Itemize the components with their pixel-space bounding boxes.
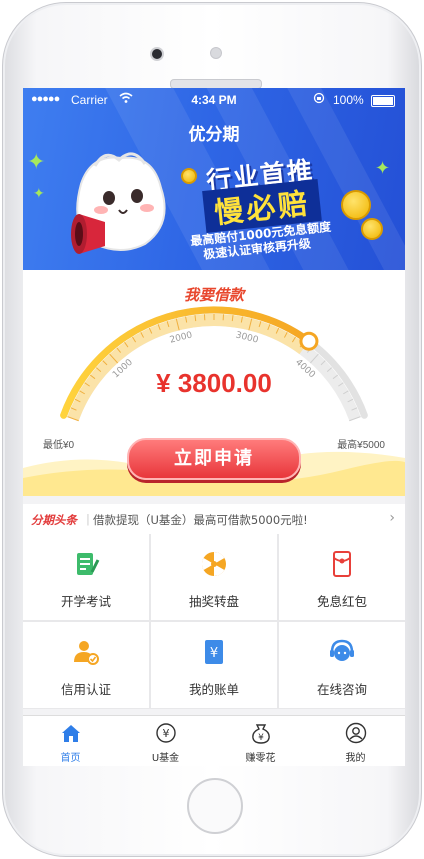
mascot-with-megaphone-icon bbox=[71, 152, 166, 254]
profile-icon bbox=[345, 722, 366, 744]
grid-item-red-packet[interactable]: 免息红包 bbox=[279, 534, 405, 620]
grid-item-bill[interactable]: ¥ 我的账单 bbox=[151, 622, 277, 708]
proximity-sensor bbox=[210, 47, 222, 59]
news-headline: 借款提现（U基金）最高可借款5000元啦! bbox=[93, 513, 308, 527]
home-icon bbox=[61, 725, 80, 742]
tab-label: 我的 bbox=[345, 753, 366, 764]
rotation-lock-icon bbox=[313, 92, 325, 104]
grid-item-label: 信用认证 bbox=[60, 682, 111, 697]
sparkle-star-icon: ✦ bbox=[27, 150, 46, 175]
news-tag: 分期头条 bbox=[31, 513, 77, 527]
min-amount-label: 最低¥0 bbox=[43, 440, 75, 451]
promo-banner[interactable]: 优分期 ✦ ✦ ✦ 行业首推 慢必赔 最高赔付1000元免息额度 极速认证审核再… bbox=[23, 88, 405, 270]
news-ticker[interactable]: 分期头条 | 借款提现（U基金）最高可借款5000元啦! › bbox=[23, 504, 405, 534]
bottom-tab-bar: 首页 ¥ U基金 ¥ 赚零花 我的 bbox=[23, 715, 405, 766]
grid-item-label: 我的账单 bbox=[188, 682, 239, 697]
sparkle-star-icon: ✦ bbox=[375, 158, 391, 179]
svg-text:¥: ¥ bbox=[258, 733, 264, 743]
grid-item-lottery[interactable]: 抽奖转盘 bbox=[151, 534, 277, 620]
svg-text:¥: ¥ bbox=[210, 646, 218, 661]
tab-label: 首页 bbox=[60, 753, 81, 764]
grid-item-label: 免息红包 bbox=[316, 594, 367, 609]
svg-text:¥: ¥ bbox=[162, 727, 169, 740]
gauge-tick-label: 3000 bbox=[235, 330, 260, 345]
tab-label: U基金 bbox=[151, 753, 180, 764]
front-camera bbox=[150, 47, 164, 61]
tab-profile[interactable]: 我的 bbox=[308, 716, 403, 766]
tab-u-fund[interactable]: ¥ U基金 bbox=[118, 716, 213, 766]
bill-icon: ¥ bbox=[205, 640, 223, 664]
gold-coin-icon bbox=[181, 168, 197, 184]
money-bag-icon: ¥ bbox=[251, 724, 270, 744]
loan-calculator: 我要借款 1000 2000 3000 4000 ¥ 3800.00 最低¥0 最高¥… bbox=[23, 270, 405, 496]
exam-icon bbox=[77, 553, 100, 575]
loan-amount-display: ¥ 3800.00 bbox=[156, 368, 272, 398]
grid-item-exam[interactable]: 开学考试 bbox=[23, 534, 149, 620]
battery-percentage: 100% bbox=[333, 93, 364, 107]
sparkle-star-icon: ✦ bbox=[33, 186, 45, 202]
news-separator: | bbox=[86, 512, 90, 526]
tab-home[interactable]: 首页 bbox=[23, 716, 118, 766]
credit-auth-icon bbox=[74, 641, 99, 665]
feature-grid: 开学考试 抽奖转盘 免息红包 信用认证 ¥ 我的账单 在线咨询 bbox=[23, 534, 405, 709]
grid-item-label: 在线咨询 bbox=[316, 682, 367, 697]
apply-now-button[interactable]: 立即申请 bbox=[127, 438, 301, 480]
grid-item-label: 抽奖转盘 bbox=[188, 594, 239, 609]
lottery-wheel-icon bbox=[201, 552, 226, 576]
tab-label: 赚零花 bbox=[245, 753, 276, 764]
app-screen: 优分期 ✦ ✦ ✦ 行业首推 慢必赔 最高赔付1000元免息额度 极速认证审核再… bbox=[23, 88, 405, 766]
tab-earn[interactable]: ¥ 赚零花 bbox=[213, 716, 308, 766]
customer-service-icon bbox=[330, 639, 354, 661]
max-amount-label: 最高¥5000 bbox=[337, 440, 385, 451]
grid-item-label: 开学考试 bbox=[60, 594, 111, 609]
gauge-tick-label: 2000 bbox=[169, 330, 194, 345]
gauge-knob bbox=[299, 331, 319, 351]
grid-item-consult[interactable]: 在线咨询 bbox=[279, 622, 405, 708]
home-button[interactable] bbox=[187, 778, 243, 834]
gold-coin-icon bbox=[361, 218, 383, 240]
yen-fund-icon: ¥ bbox=[155, 723, 176, 743]
status-bar: ●●●●● Carrier 4:34 PM 100% bbox=[23, 88, 405, 112]
battery-icon bbox=[371, 95, 395, 107]
chevron-right-icon[interactable]: › bbox=[389, 510, 395, 526]
red-packet-icon bbox=[333, 551, 351, 577]
grid-item-credit-auth[interactable]: 信用认证 bbox=[23, 622, 149, 708]
gold-coin-icon bbox=[341, 190, 371, 220]
app-title: 优分期 bbox=[188, 125, 240, 145]
